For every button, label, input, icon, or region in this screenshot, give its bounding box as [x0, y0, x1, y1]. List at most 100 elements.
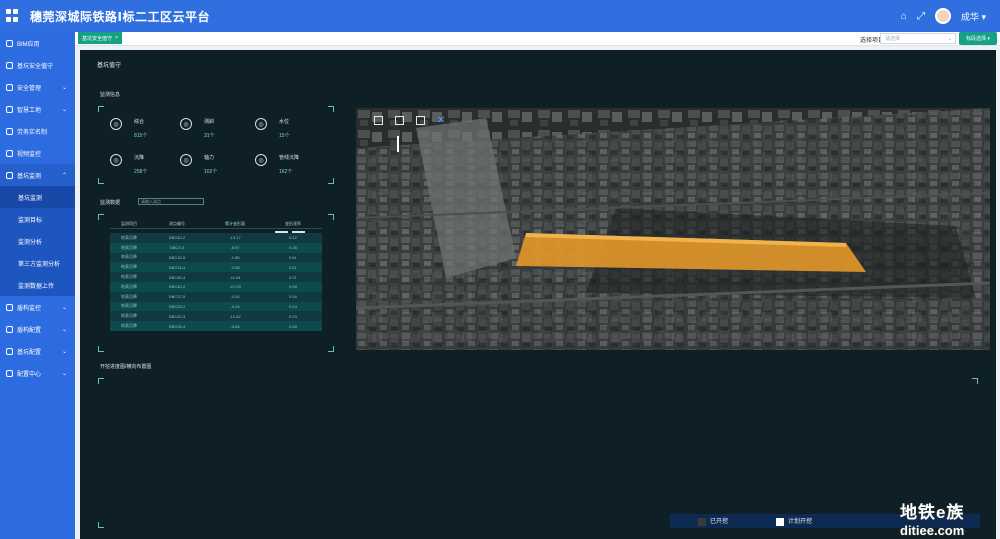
app-title: 穗莞深城际铁路Ⅰ标二工区云平台 [30, 9, 210, 24]
gear-icon [6, 171, 13, 179]
table-cell: DBC26-4 [168, 323, 186, 329]
frame-corner [98, 522, 104, 528]
table-cell: DBC14-4 [168, 264, 186, 270]
table-cell: 地表沉降 [121, 254, 137, 260]
point-search-input[interactable]: 请输入测点 [138, 198, 204, 205]
sidebar-item[interactable]: BIM应用 [0, 32, 75, 54]
settle-icon: ◎ [110, 154, 122, 166]
watermark-logo: 地铁e族 [900, 503, 965, 522]
sidebar-subitem[interactable]: 监测分析 [0, 230, 75, 252]
stat-text: 轴力 102个 [204, 154, 217, 175]
table-cell: 0.14 [289, 303, 297, 309]
sidebar-subitem[interactable]: 第三方监测分析 [0, 252, 75, 274]
stat-value: 15个 [279, 133, 290, 139]
user-name-label: 成华 [960, 11, 979, 22]
table-header-cell: 累计变形量 [225, 220, 245, 226]
table-cell: 地表沉降 [121, 283, 137, 289]
sidebar-item-label: 基坑安全值守 [17, 63, 54, 70]
watermark: 地铁e族 ditiee.com [900, 498, 1000, 539]
home-icon[interactable]: ⌂ [901, 11, 907, 22]
table-row[interactable]: 地表沉降 DBC30-4 -11.64 0.21 [110, 272, 322, 282]
sidebar-item-label: 盾构监控 [17, 305, 42, 312]
sidebar-item-label: BIM应用 [17, 41, 40, 48]
user-name[interactable]: 成华 ▾ [961, 10, 986, 23]
sidebar-item-label: 基坑配置 [17, 349, 42, 356]
monitor-icon [6, 39, 13, 47]
table-row[interactable]: 地表沉降 DBC40-2 -21.03 0.08 [110, 281, 322, 292]
sidebar-item-label: 盾构配置 [17, 327, 42, 334]
table-cell: DBC9-3 [169, 245, 185, 251]
table-row[interactable]: 地表沉降 DBC14-4 -2.08 0.21 [110, 262, 322, 273]
sidebar-item[interactable]: 安全管理 ⌄ [0, 76, 75, 98]
sidebar-item[interactable]: 基坑监测 ⌃ [0, 164, 75, 186]
map-3d-view[interactable]: ✕ [356, 108, 990, 350]
sidebar-item[interactable]: 视频监控 [0, 142, 75, 164]
table-row[interactable]: 地表沉降 DBC15-5 -1.85 0.61 [110, 252, 322, 263]
table-row[interactable]: 地表沉降 DBC42-3 -12.62 0.23 [110, 311, 322, 322]
app-grid-icon[interactable] [6, 9, 20, 23]
table-cell: -1.85 [230, 254, 240, 260]
sidebar-item[interactable]: 劳务实名制 [0, 120, 75, 142]
sidebar-item[interactable]: 基坑安全值守 [0, 54, 75, 76]
gear-icon [6, 347, 13, 355]
sidebar-item[interactable]: 配置中心 ⌄ [0, 362, 75, 384]
sidebar-item[interactable]: 盾构监控 ⌄ [0, 296, 75, 318]
section-switch-button[interactable]: 标段选择 ▾ [959, 32, 997, 45]
pipe-icon: ◎ [255, 154, 267, 166]
table-cell: DBC30-4 [168, 274, 186, 280]
sidebar-item[interactable]: 盾构配置 ⌄ [0, 318, 75, 340]
stat-name: 轴力 [204, 155, 215, 161]
table-cell: 0.08 [289, 284, 297, 290]
book-icon[interactable] [395, 116, 404, 125]
table-cell: 0.21 [289, 264, 297, 270]
project-select-placeholder: 请选择 [885, 36, 901, 42]
chevron-icon: ⌄ [61, 304, 67, 311]
frame-corner [972, 378, 978, 384]
stat-text: 水位 15个 [279, 118, 290, 139]
table-row[interactable]: 地表沉降 DBC23-2 -4.19 0.14 [110, 301, 322, 312]
id-card-icon [6, 127, 13, 135]
table-row[interactable]: 地表沉降 DBC9-3 -8.97 0.26 [110, 242, 322, 253]
sidebar: BIM应用 基坑安全值守 安全管理 ⌄ 智慧工地 ⌄ 劳务实名制 视频监控 基坑监测 ⌃ 基坑监测监… [0, 32, 75, 539]
table-cell: DBC40-2 [168, 284, 186, 290]
stat-name: 管线沉降 [279, 155, 300, 161]
table-cell: -4.19 [230, 303, 240, 309]
frame-corner [328, 106, 334, 112]
fullscreen-icon[interactable]: ⤢ [917, 11, 925, 22]
table-cell: 0.26 [289, 245, 297, 251]
avatar[interactable] [934, 8, 951, 24]
zoom-slider[interactable] [397, 136, 399, 152]
sidebar-subitem[interactable]: 监测数据上传 [0, 274, 75, 296]
table-cell: 地表沉降 [121, 234, 137, 240]
table-cell: -3.56 [230, 323, 240, 329]
table-cell: 0.61 [289, 254, 297, 260]
close-icon[interactable]: × [115, 35, 118, 41]
measure-icon[interactable]: ✕ [437, 116, 446, 126]
sidebar-subitem[interactable]: 基坑监测 [0, 186, 75, 208]
frame-corner [98, 346, 104, 352]
stat-card: ◎ 综合 815个 [110, 118, 147, 139]
sidebar-item-label: 安全管理 [17, 85, 42, 92]
project-select[interactable]: 请选择 ⌄ [880, 33, 956, 44]
table-cell: -13.17 [229, 235, 241, 241]
layer-grid-icon[interactable] [374, 116, 383, 125]
layers-icon[interactable] [416, 116, 425, 125]
table-row[interactable]: 地表沉降 DBC27-5 -4.20 0.16 [110, 291, 322, 302]
frame-corner [328, 178, 334, 184]
tab-active[interactable]: 基坑安全值守 × [78, 32, 122, 44]
chevron-icon: ⌄ [61, 106, 67, 113]
table-row[interactable]: 地表沉降 DBC26-4 -3.56 0.45 [110, 321, 322, 331]
table-row[interactable]: 地表沉降 DBC42-2 -13.17 0.12 [110, 233, 322, 243]
monitor-data-table: 监测项目 测点编号 累计变形量 变形速率 地表沉降 DBC42-2 -13.17 0.12 地… [110, 219, 322, 331]
table-cell: 0.16 [289, 294, 297, 300]
sidebar-subitem[interactable]: 监测目标 [0, 208, 75, 230]
stat-value: 815个 [134, 133, 148, 139]
tab-label: 基坑安全值守 [82, 35, 113, 42]
table-cell: -8.97 [230, 245, 240, 251]
sidebar-item[interactable]: 智慧工地 ⌄ [0, 98, 75, 120]
stat-name: 综合 [134, 119, 145, 125]
sidebar-item[interactable]: 基坑配置 ⌄ [0, 340, 75, 362]
gear-icon [6, 303, 13, 311]
stat-card: ◎ 沉降 258个 [110, 154, 147, 175]
sidebar-item-label: 视频监控 [17, 151, 42, 158]
